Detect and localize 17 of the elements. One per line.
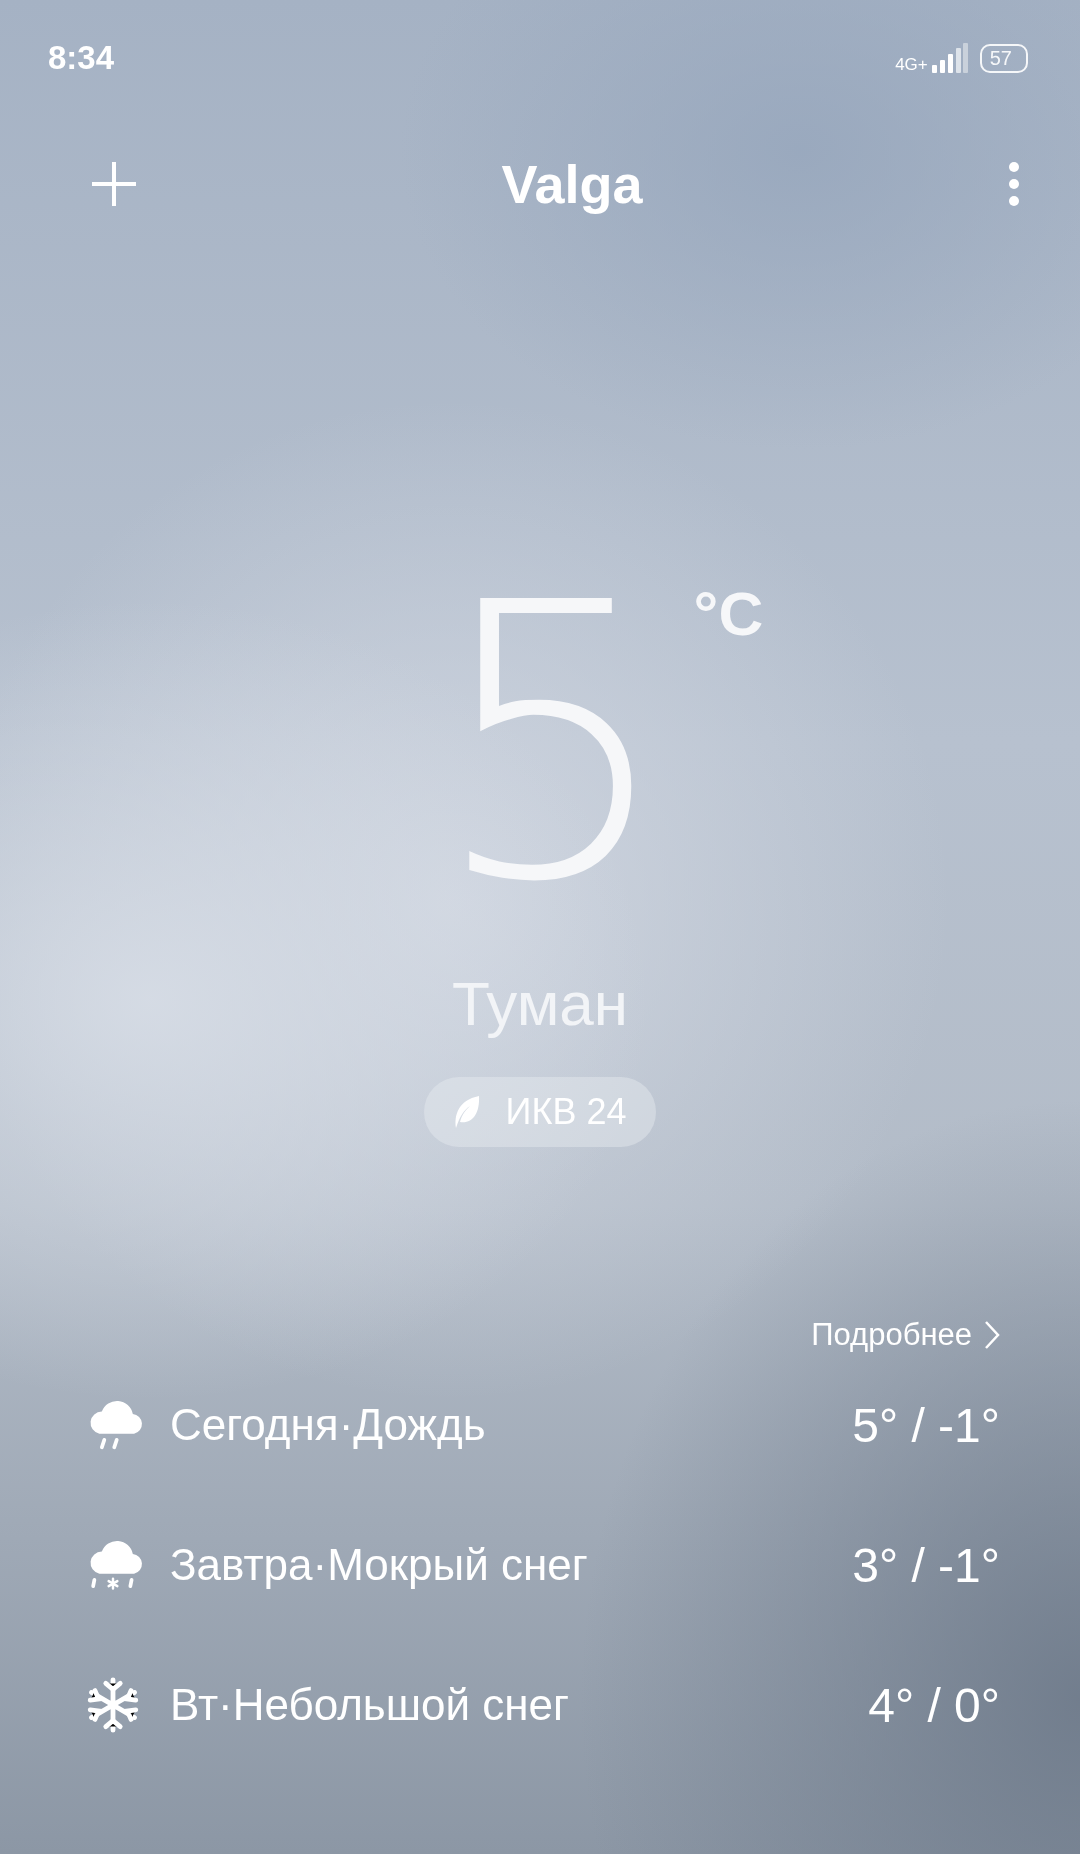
forecast-temperature-range: 5° / -1° — [852, 1397, 1000, 1453]
forecast-day-label: Завтра·Мокрый снег — [170, 1540, 589, 1590]
battery-indicator: 57 — [979, 43, 1028, 73]
temperature-unit: °C — [693, 578, 764, 649]
chevron-right-icon — [984, 1320, 1000, 1350]
status-time: 8:34 — [48, 39, 115, 77]
add-icon[interactable] — [92, 162, 136, 206]
current-temperature: 5 — [431, 554, 674, 934]
more-details-link[interactable]: Подробнее — [811, 1317, 1000, 1353]
forecast-temperature-range: 3° / -1° — [852, 1537, 1000, 1593]
network-type: 4G+ — [895, 56, 928, 73]
more-options-icon[interactable] — [1008, 161, 1020, 207]
forecast-day-label: Сегодня·Дождь — [170, 1400, 487, 1450]
city-title: Valga — [501, 153, 643, 215]
forecast-temperature-range: 4° / 0° — [868, 1677, 1000, 1733]
forecast-day-label: Вт·Небольшой снег — [170, 1680, 571, 1730]
signal-icon — [931, 43, 968, 73]
